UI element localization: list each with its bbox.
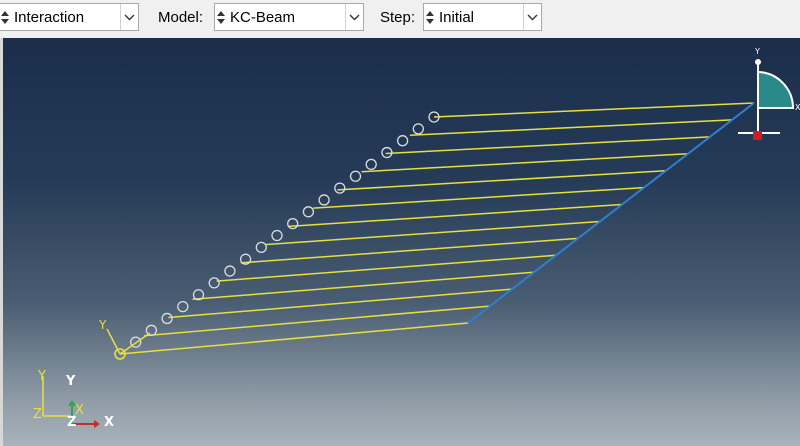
beam-line[interactable] bbox=[361, 153, 689, 173]
step-select-value: Initial bbox=[439, 9, 475, 26]
beam-line[interactable] bbox=[409, 119, 733, 136]
model-label: Model: bbox=[158, 9, 204, 26]
node-marker[interactable] bbox=[412, 123, 424, 135]
local-y-label: Y bbox=[98, 318, 107, 332]
model-select-value: KC-Beam bbox=[230, 9, 296, 26]
spin-arrows-icon[interactable] bbox=[424, 4, 435, 30]
node-marker[interactable] bbox=[365, 158, 377, 171]
support-edge bbox=[467, 102, 755, 324]
beam-line[interactable] bbox=[433, 102, 755, 118]
bc-y-label: Y bbox=[754, 47, 760, 56]
step-label: Step: bbox=[380, 9, 416, 26]
context-toolbar: Interaction Model: KC-Beam Step: Initial bbox=[0, 0, 800, 39]
beam-line[interactable] bbox=[337, 169, 667, 191]
node-marker[interactable] bbox=[177, 300, 189, 313]
node-marker[interactable] bbox=[208, 277, 220, 289]
boundary-condition-symbol: Y X bbox=[738, 47, 800, 140]
beam-line[interactable] bbox=[192, 271, 535, 301]
spin-arrows-icon[interactable] bbox=[0, 4, 10, 30]
beam-lines bbox=[119, 102, 755, 355]
module-select[interactable]: Interaction bbox=[0, 3, 139, 31]
triad-x-label: X bbox=[104, 415, 115, 430]
abaqus-cae-window: Interaction Model: KC-Beam Step: Initial bbox=[0, 0, 800, 446]
triad-z-label: Z bbox=[67, 415, 77, 430]
module-select-value: Interaction bbox=[14, 9, 85, 26]
node-marker[interactable] bbox=[302, 206, 315, 218]
local-axis-marker: Y bbox=[98, 318, 151, 360]
beam-line[interactable] bbox=[168, 288, 513, 319]
beam-line[interactable] bbox=[119, 322, 469, 355]
node-marker[interactable] bbox=[349, 170, 362, 182]
triad-z-axis-label: Z bbox=[33, 407, 42, 422]
beam-line[interactable] bbox=[385, 136, 711, 155]
chevron-down-icon[interactable] bbox=[523, 4, 541, 30]
node-marker[interactable] bbox=[224, 265, 236, 277]
node-marker[interactable] bbox=[287, 217, 299, 230]
step-select[interactable]: Initial bbox=[423, 3, 542, 31]
beam-line[interactable] bbox=[313, 186, 645, 209]
spin-arrows-icon[interactable] bbox=[215, 4, 226, 30]
beam-line[interactable] bbox=[144, 305, 491, 337]
node-marker[interactable] bbox=[318, 194, 330, 206]
node-marker[interactable] bbox=[334, 182, 346, 194]
model-scene: Y Y X Y X Z bbox=[33, 47, 800, 428]
node-marker[interactable] bbox=[255, 241, 267, 254]
bc-x-label: X bbox=[795, 103, 800, 112]
beam-line[interactable] bbox=[216, 254, 557, 282]
node-marker[interactable] bbox=[271, 229, 283, 242]
chevron-down-icon[interactable] bbox=[120, 4, 138, 30]
node-marker[interactable] bbox=[161, 312, 173, 325]
triad-y-label: Y bbox=[66, 374, 76, 389]
triad-y-axis-label: Y bbox=[37, 369, 46, 384]
chevron-down-icon[interactable] bbox=[345, 4, 363, 30]
graphics-viewport[interactable]: Y Y X Y X Z Y Z X bbox=[3, 38, 800, 446]
node-marker[interactable] bbox=[396, 135, 409, 147]
model-select[interactable]: KC-Beam bbox=[214, 3, 364, 31]
